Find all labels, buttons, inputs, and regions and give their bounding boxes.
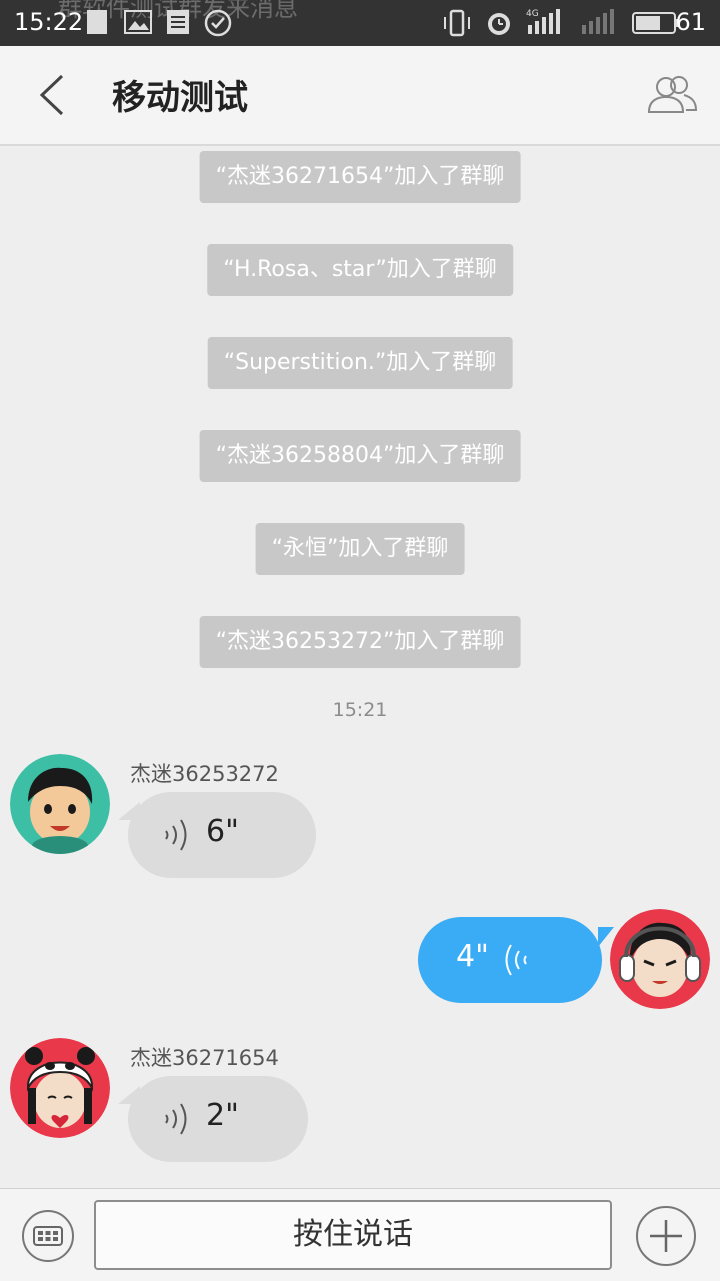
join-notice: “Superstition.”加入了群聊 bbox=[207, 337, 513, 389]
network-type-text: 4G bbox=[526, 9, 539, 19]
more-actions-button[interactable] bbox=[636, 1206, 696, 1266]
sender-name: 杰迷36253272 bbox=[130, 762, 279, 786]
status-bar: 群软件测试群发来消息 15:22 4G 61 bbox=[0, 0, 720, 46]
join-notice: “杰迷36258804”加入了群聊 bbox=[199, 430, 521, 482]
check-circle-icon bbox=[204, 9, 232, 41]
status-time: 15:22 bbox=[14, 8, 84, 36]
keyboard-toggle-button[interactable] bbox=[22, 1210, 74, 1262]
time-separator: 15:21 bbox=[332, 699, 388, 721]
voice-wave-icon bbox=[500, 943, 530, 981]
back-button[interactable] bbox=[34, 72, 70, 122]
avatar[interactable] bbox=[10, 1038, 110, 1138]
voice-wave-icon bbox=[162, 1102, 192, 1140]
avatar[interactable] bbox=[610, 909, 710, 1009]
file-icon bbox=[86, 9, 108, 39]
chat-message-list[interactable]: “杰迷36271654”加入了群聊 “H.Rosa、star”加入了群聊 “Su… bbox=[0, 146, 720, 1188]
voice-message-bubble[interactable]: 6" bbox=[128, 792, 316, 878]
join-notice: “H.Rosa、star”加入了群聊 bbox=[207, 244, 513, 296]
alarm-icon bbox=[484, 9, 514, 41]
chat-header: 移动测试 bbox=[0, 46, 720, 146]
join-notice: “杰迷36253272”加入了群聊 bbox=[199, 616, 521, 668]
join-notice: “杰迷36271654”加入了群聊 bbox=[199, 151, 521, 203]
battery-level: 61 bbox=[675, 8, 706, 36]
group-members-button[interactable] bbox=[646, 72, 698, 120]
vibrate-icon bbox=[442, 9, 472, 41]
image-icon bbox=[124, 9, 152, 39]
signal-4g-icon: 4G bbox=[524, 7, 564, 41]
join-notice: “永恒”加入了群聊 bbox=[255, 523, 465, 575]
hold-to-talk-button[interactable]: 按住说话 bbox=[94, 1200, 612, 1270]
voice-message-bubble[interactable]: 2" bbox=[128, 1076, 308, 1162]
voice-duration: 2" bbox=[206, 1098, 239, 1133]
voice-duration: 4" bbox=[456, 939, 489, 974]
group-members-icon[interactable] bbox=[646, 72, 698, 116]
keyboard-icon[interactable] bbox=[24, 1212, 72, 1260]
panda-hat-girl-avatar-icon bbox=[10, 1038, 110, 1138]
voice-message-bubble[interactable]: 4" bbox=[418, 917, 602, 1003]
avatar[interactable] bbox=[10, 754, 110, 854]
headphone-girl-avatar-icon bbox=[610, 909, 710, 1009]
input-bar: 按住说话 bbox=[0, 1188, 720, 1281]
voice-wave-icon bbox=[162, 818, 192, 856]
bubble-tail bbox=[598, 927, 614, 947]
battery-icon bbox=[632, 11, 680, 39]
news-icon bbox=[166, 9, 190, 39]
plus-icon[interactable] bbox=[638, 1208, 694, 1264]
voice-duration: 6" bbox=[206, 814, 239, 849]
sender-name: 杰迷36271654 bbox=[130, 1046, 279, 1070]
page-title: 移动测试 bbox=[112, 78, 248, 118]
signal-empty-icon bbox=[578, 7, 618, 41]
boy-avatar-icon bbox=[10, 754, 110, 854]
chevron-left-icon[interactable] bbox=[34, 72, 70, 118]
